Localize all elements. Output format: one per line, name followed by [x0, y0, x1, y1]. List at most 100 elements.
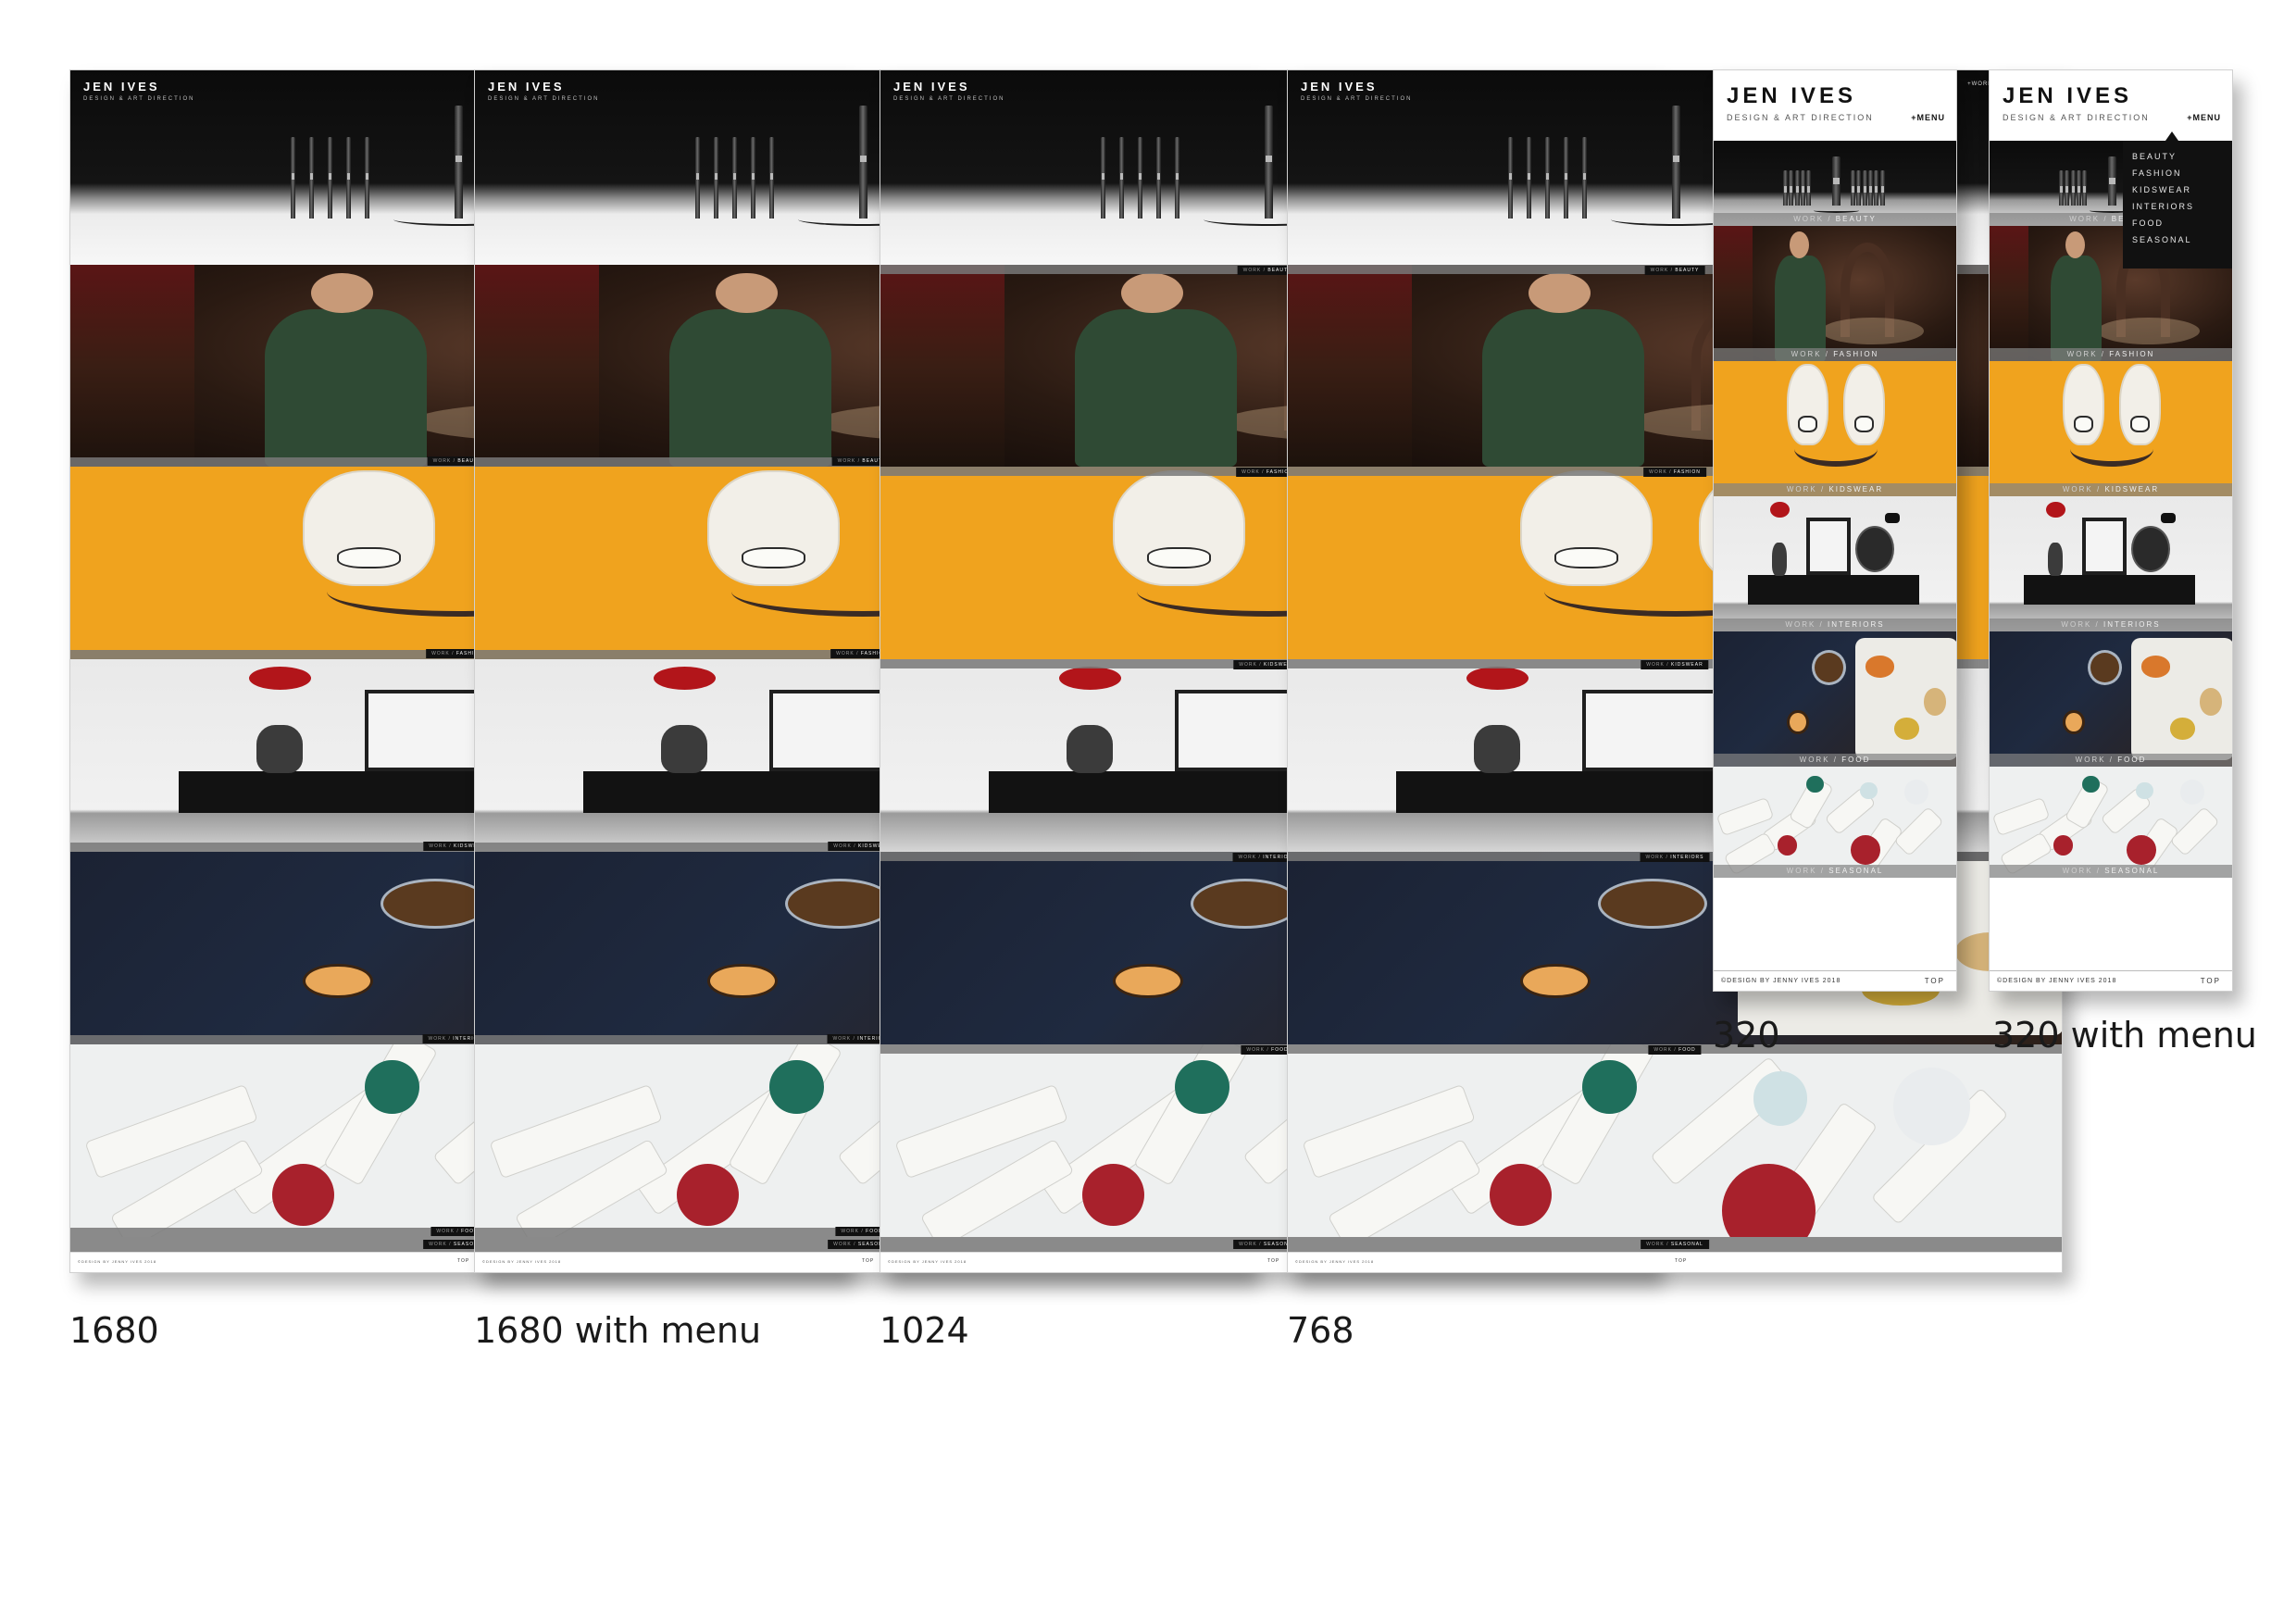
site-logo[interactable]: JEN IVES	[1301, 80, 1378, 94]
site-footer: ©DESIGN BY JENNY IVES 2018 TOP	[1714, 970, 1956, 991]
footer-top-link[interactable]: TOP	[862, 1258, 874, 1264]
site-footer: ©DESIGN BY JENNY IVES 2018 TOP	[1288, 1252, 2062, 1272]
pen-hero	[1672, 106, 1680, 219]
decor-plate	[2131, 526, 2171, 572]
pen	[1874, 170, 1878, 206]
label-prefix: WORK /	[1786, 485, 1826, 493]
vase	[1772, 542, 1788, 577]
section-label-kidswear[interactable]: WORK / KIDSWEAR	[1990, 483, 2232, 496]
caption-768: 768	[1287, 1310, 1354, 1351]
model-suit	[2051, 256, 2103, 361]
label-prefix: WORK /	[2061, 620, 2100, 629]
label-prefix: WORK /	[841, 1229, 864, 1234]
spice-bowl	[1191, 879, 1300, 930]
work-section-beauty[interactable]	[1714, 226, 1956, 361]
bauble	[2053, 835, 2073, 856]
section-label-seasonal[interactable]: WORK / SEASONAL	[1714, 865, 1956, 878]
footer-top-link[interactable]: TOP	[1675, 1258, 1687, 1264]
site-logo[interactable]: JEN IVES	[83, 80, 160, 94]
menu-toggle[interactable]: +MENU	[2187, 113, 2221, 122]
candle	[2063, 709, 2085, 734]
pen	[1851, 170, 1855, 206]
model-head	[2065, 231, 2085, 259]
pen-hero	[1832, 156, 1841, 206]
section-label-fashion[interactable]: WORK / FASHION	[1643, 468, 1706, 477]
label-prefix: WORK /	[2075, 756, 2114, 764]
pen-hero	[455, 106, 463, 219]
section-label-fashion[interactable]: WORK / FASHION	[1990, 348, 2232, 361]
label-prefix: WORK /	[429, 843, 452, 849]
work-section-fashion[interactable]	[1714, 361, 1956, 496]
site-tagline: DESIGN & ART DIRECTION	[893, 96, 1005, 102]
pen	[1783, 170, 1788, 206]
work-section-kidswear[interactable]	[1714, 496, 1956, 631]
footer-top-link[interactable]: TOP	[1925, 977, 1945, 985]
section-label-beauty[interactable]: WORK / BEAUTY	[1644, 266, 1705, 275]
amaryllis-flower	[2045, 501, 2065, 518]
footer-top-link[interactable]: TOP	[2201, 977, 2221, 985]
bauble	[2136, 781, 2153, 800]
section-label-food[interactable]: WORK / FOOD	[1648, 1045, 1702, 1055]
menu-item-fashion[interactable]: FASHION	[2132, 165, 2223, 181]
section-label-beauty[interactable]: WORK / BEAUTY	[1714, 213, 1956, 226]
pen	[1527, 137, 1531, 219]
model-head	[1789, 231, 1809, 259]
work-section-kidswear[interactable]	[1990, 496, 2232, 631]
section-label-food[interactable]: WORK / FOOD	[1990, 754, 2232, 767]
bauble	[271, 1163, 334, 1226]
decor-plate	[1855, 526, 1895, 572]
section-label-fashion[interactable]: WORK / FASHION	[1714, 348, 1956, 361]
menu-item-food[interactable]: FOOD	[2132, 215, 2223, 231]
section-label-interiors[interactable]: WORK / INTERIORS	[1990, 618, 2232, 631]
label-prefix: WORK /	[1246, 1047, 1269, 1053]
shelf-props	[475, 265, 600, 467]
menu-item-interiors[interactable]: INTERIORS	[2132, 198, 2223, 215]
section-label-interiors[interactable]: WORK / INTERIORS	[1714, 618, 1956, 631]
smile-shape	[1794, 431, 1878, 467]
bauble	[676, 1163, 739, 1226]
section-label-kidswear[interactable]: WORK / KIDSWEAR	[1641, 660, 1709, 669]
menu-item-beauty[interactable]: BEAUTY	[2132, 148, 2223, 165]
section-label-interiors[interactable]: WORK / INTERIORS	[1640, 853, 1710, 862]
label-prefix: WORK /	[1649, 469, 1672, 475]
work-section-interiors[interactable]	[1714, 631, 1956, 767]
site-logo[interactable]: JEN IVES	[2003, 83, 2132, 109]
floor-light	[2097, 318, 2201, 345]
label-prefix: WORK /	[1242, 268, 1266, 273]
site-logo[interactable]: JEN IVES	[893, 80, 970, 94]
work-section-fashion[interactable]	[1990, 361, 2232, 496]
section-label-seasonal[interactable]: WORK / SEASONAL	[1990, 865, 2232, 878]
menu-toggle[interactable]: +MENU	[1911, 113, 1945, 122]
footer-top-link[interactable]: TOP	[1267, 1258, 1279, 1264]
site-logo[interactable]: JEN IVES	[488, 80, 565, 94]
pen	[1119, 137, 1124, 219]
model-head	[1120, 272, 1183, 314]
pen	[1806, 170, 1811, 206]
label-name: KIDSWEAR	[1828, 485, 1884, 493]
pen	[1175, 137, 1179, 219]
site-logo[interactable]: JEN IVES	[1727, 83, 1856, 109]
section-label-food[interactable]: WORK / FOOD	[1714, 754, 1956, 767]
section-label-kidswear[interactable]: WORK / KIDSWEAR	[1714, 483, 1956, 496]
pen	[2065, 170, 2069, 206]
work-section-food[interactable]: WORK / FOOD	[1288, 1044, 2062, 1237]
pen-hero	[1265, 106, 1273, 219]
menu-item-seasonal[interactable]: SEASONAL	[2132, 231, 2223, 248]
label-prefix: WORK /	[436, 1229, 459, 1234]
bauble	[2126, 835, 2156, 866]
pen	[328, 137, 332, 219]
menu-item-kidswear[interactable]: KIDSWEAR	[2132, 181, 2223, 198]
footer-top-link[interactable]: TOP	[457, 1258, 469, 1264]
floor-light	[1821, 318, 1925, 345]
section-label-seasonal[interactable]: WORK / SEASONAL	[1641, 1240, 1709, 1249]
work-section-food[interactable]	[1714, 767, 1956, 878]
work-section-food[interactable]	[1990, 767, 2232, 878]
label-name: INTERIORS	[2103, 620, 2161, 629]
spice-bowl	[1598, 879, 1707, 930]
label-name: BEAUTY	[1675, 268, 1700, 273]
art-frame	[2082, 518, 2127, 575]
label-prefix: WORK /	[837, 458, 860, 464]
label-prefix: WORK /	[1646, 1242, 1669, 1247]
mock-320: JEN IVES DESIGN & ART DIRECTION +MENU WORK …	[1713, 69, 1957, 992]
work-section-interiors[interactable]	[1990, 631, 2232, 767]
